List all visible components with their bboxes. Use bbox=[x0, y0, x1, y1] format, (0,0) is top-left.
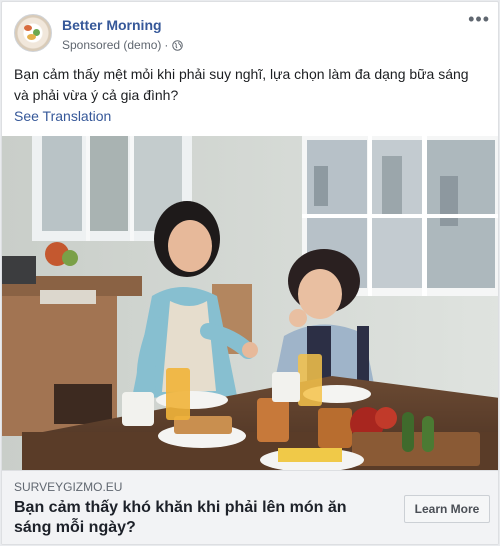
page-avatar[interactable] bbox=[14, 14, 52, 52]
avatar-food-icon bbox=[24, 25, 32, 31]
sponsored-post-card: Better Morning Sponsored (demo) · ••• Bạ… bbox=[1, 1, 499, 545]
breakfast-scene-image bbox=[2, 136, 498, 470]
sponsored-label[interactable]: Sponsored (demo) bbox=[62, 38, 161, 52]
page-name-link[interactable]: Better Morning bbox=[62, 17, 162, 33]
learn-more-button[interactable]: Learn More bbox=[404, 495, 490, 523]
ad-image[interactable] bbox=[2, 136, 498, 470]
link-headline[interactable]: Bạn cảm thấy khó khăn khi phải lên món ă… bbox=[14, 498, 374, 538]
more-options-icon[interactable]: ••• bbox=[468, 10, 490, 28]
post-body-text: Bạn cảm thấy mệt mỏi khi phải suy nghĩ, … bbox=[14, 66, 469, 103]
avatar-food-icon bbox=[27, 34, 36, 40]
sponsored-line: Sponsored (demo) · bbox=[62, 38, 184, 52]
link-domain: SURVEYGIZMO.EU bbox=[14, 480, 123, 494]
separator-dot: · bbox=[164, 38, 169, 52]
link-preview[interactable]: SURVEYGIZMO.EU Bạn cảm thấy khó khăn khi… bbox=[2, 470, 498, 544]
see-translation-link[interactable]: See Translation bbox=[14, 108, 111, 124]
post-header: Better Morning Sponsored (demo) · ••• bbox=[2, 2, 498, 62]
globe-icon[interactable] bbox=[172, 39, 184, 51]
